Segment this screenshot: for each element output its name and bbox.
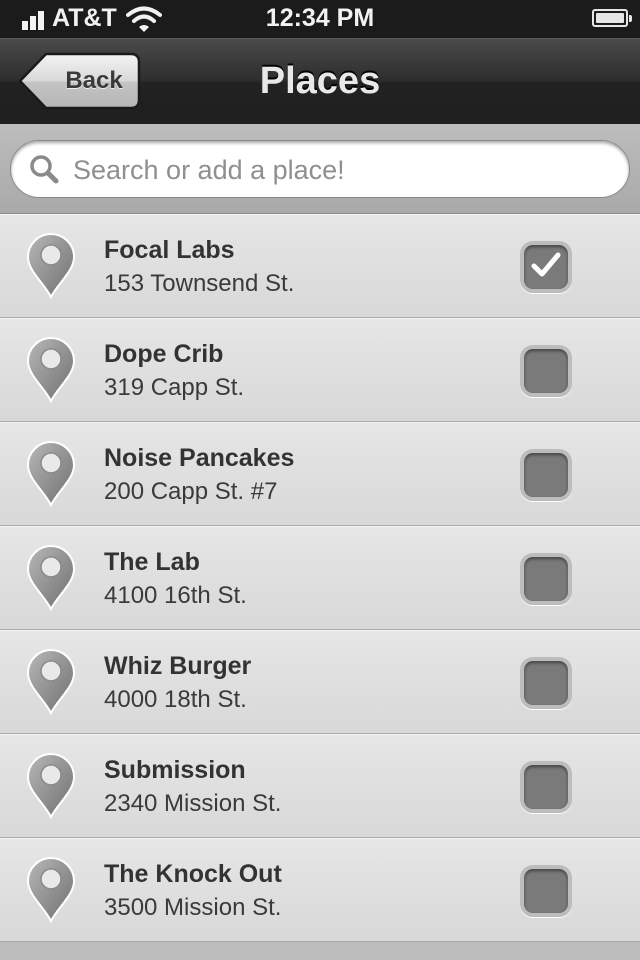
- map-pin-icon: [26, 753, 76, 820]
- search-input[interactable]: [71, 149, 605, 191]
- map-pin-icon: [26, 545, 76, 612]
- place-address: 3500 Mission St.: [104, 894, 282, 921]
- battery-nub: [629, 15, 632, 22]
- place-checkbox[interactable]: [520, 345, 572, 397]
- place-row[interactable]: Submission 2340 Mission St.: [0, 734, 640, 838]
- place-row[interactable]: Whiz Burger 4000 18th St.: [0, 630, 640, 734]
- places-screen: AT&T 12:34 PM Places Back Search or add …: [0, 0, 640, 960]
- place-row[interactable]: The Knock Out 3500 Mission St.: [0, 838, 640, 942]
- place-address: 2340 Mission St.: [104, 790, 282, 817]
- place-name: Dope Crib: [104, 340, 224, 368]
- place-address: 4100 16th St.: [104, 582, 247, 609]
- checkmark-icon: [530, 249, 562, 281]
- place-checkbox[interactable]: [520, 241, 572, 293]
- place-address: 4000 18th St.: [104, 686, 247, 713]
- back-button-label: Back: [65, 67, 123, 94]
- place-checkbox[interactable]: [520, 761, 572, 813]
- place-checkbox[interactable]: [520, 865, 572, 917]
- search-icon: [30, 155, 59, 184]
- place-name: Focal Labs: [104, 236, 235, 264]
- navigation-bar: Places Back: [0, 38, 640, 124]
- place-row[interactable]: Noise Pancakes 200 Capp St. #7: [0, 422, 640, 526]
- map-pin-icon: [26, 441, 76, 508]
- place-name: The Lab: [104, 548, 200, 576]
- battery-level: [596, 13, 624, 23]
- place-row[interactable]: Dope Crib 319 Capp St.: [0, 318, 640, 422]
- status-bar: AT&T 12:34 PM: [0, 0, 640, 38]
- place-checkbox[interactable]: [520, 657, 572, 709]
- status-time: 12:34 PM: [265, 4, 375, 32]
- map-pin-icon: [26, 857, 76, 924]
- back-button[interactable]: Back: [18, 52, 141, 110]
- place-address: 153 Townsend St.: [104, 270, 295, 297]
- place-row[interactable]: Focal Labs 153 Townsend St.: [0, 214, 640, 318]
- place-name: The Knock Out: [104, 860, 282, 888]
- battery-icon: [592, 9, 632, 27]
- place-checkbox[interactable]: [520, 449, 572, 501]
- places-list: Focal Labs 153 Townsend St. Dope Crib 31…: [0, 214, 640, 960]
- search-bar: [0, 124, 640, 214]
- place-address: 200 Capp St. #7: [104, 478, 278, 505]
- place-name: Submission: [104, 756, 246, 784]
- place-name: Whiz Burger: [104, 652, 252, 680]
- place-row[interactable]: The Lab 4100 16th St.: [0, 526, 640, 630]
- place-checkbox[interactable]: [520, 553, 572, 605]
- place-name: Noise Pancakes: [104, 444, 295, 472]
- map-pin-icon: [26, 649, 76, 716]
- place-address: 319 Capp St.: [104, 374, 245, 401]
- search-field[interactable]: [10, 140, 630, 198]
- map-pin-icon: [26, 233, 76, 300]
- map-pin-icon: [26, 337, 76, 404]
